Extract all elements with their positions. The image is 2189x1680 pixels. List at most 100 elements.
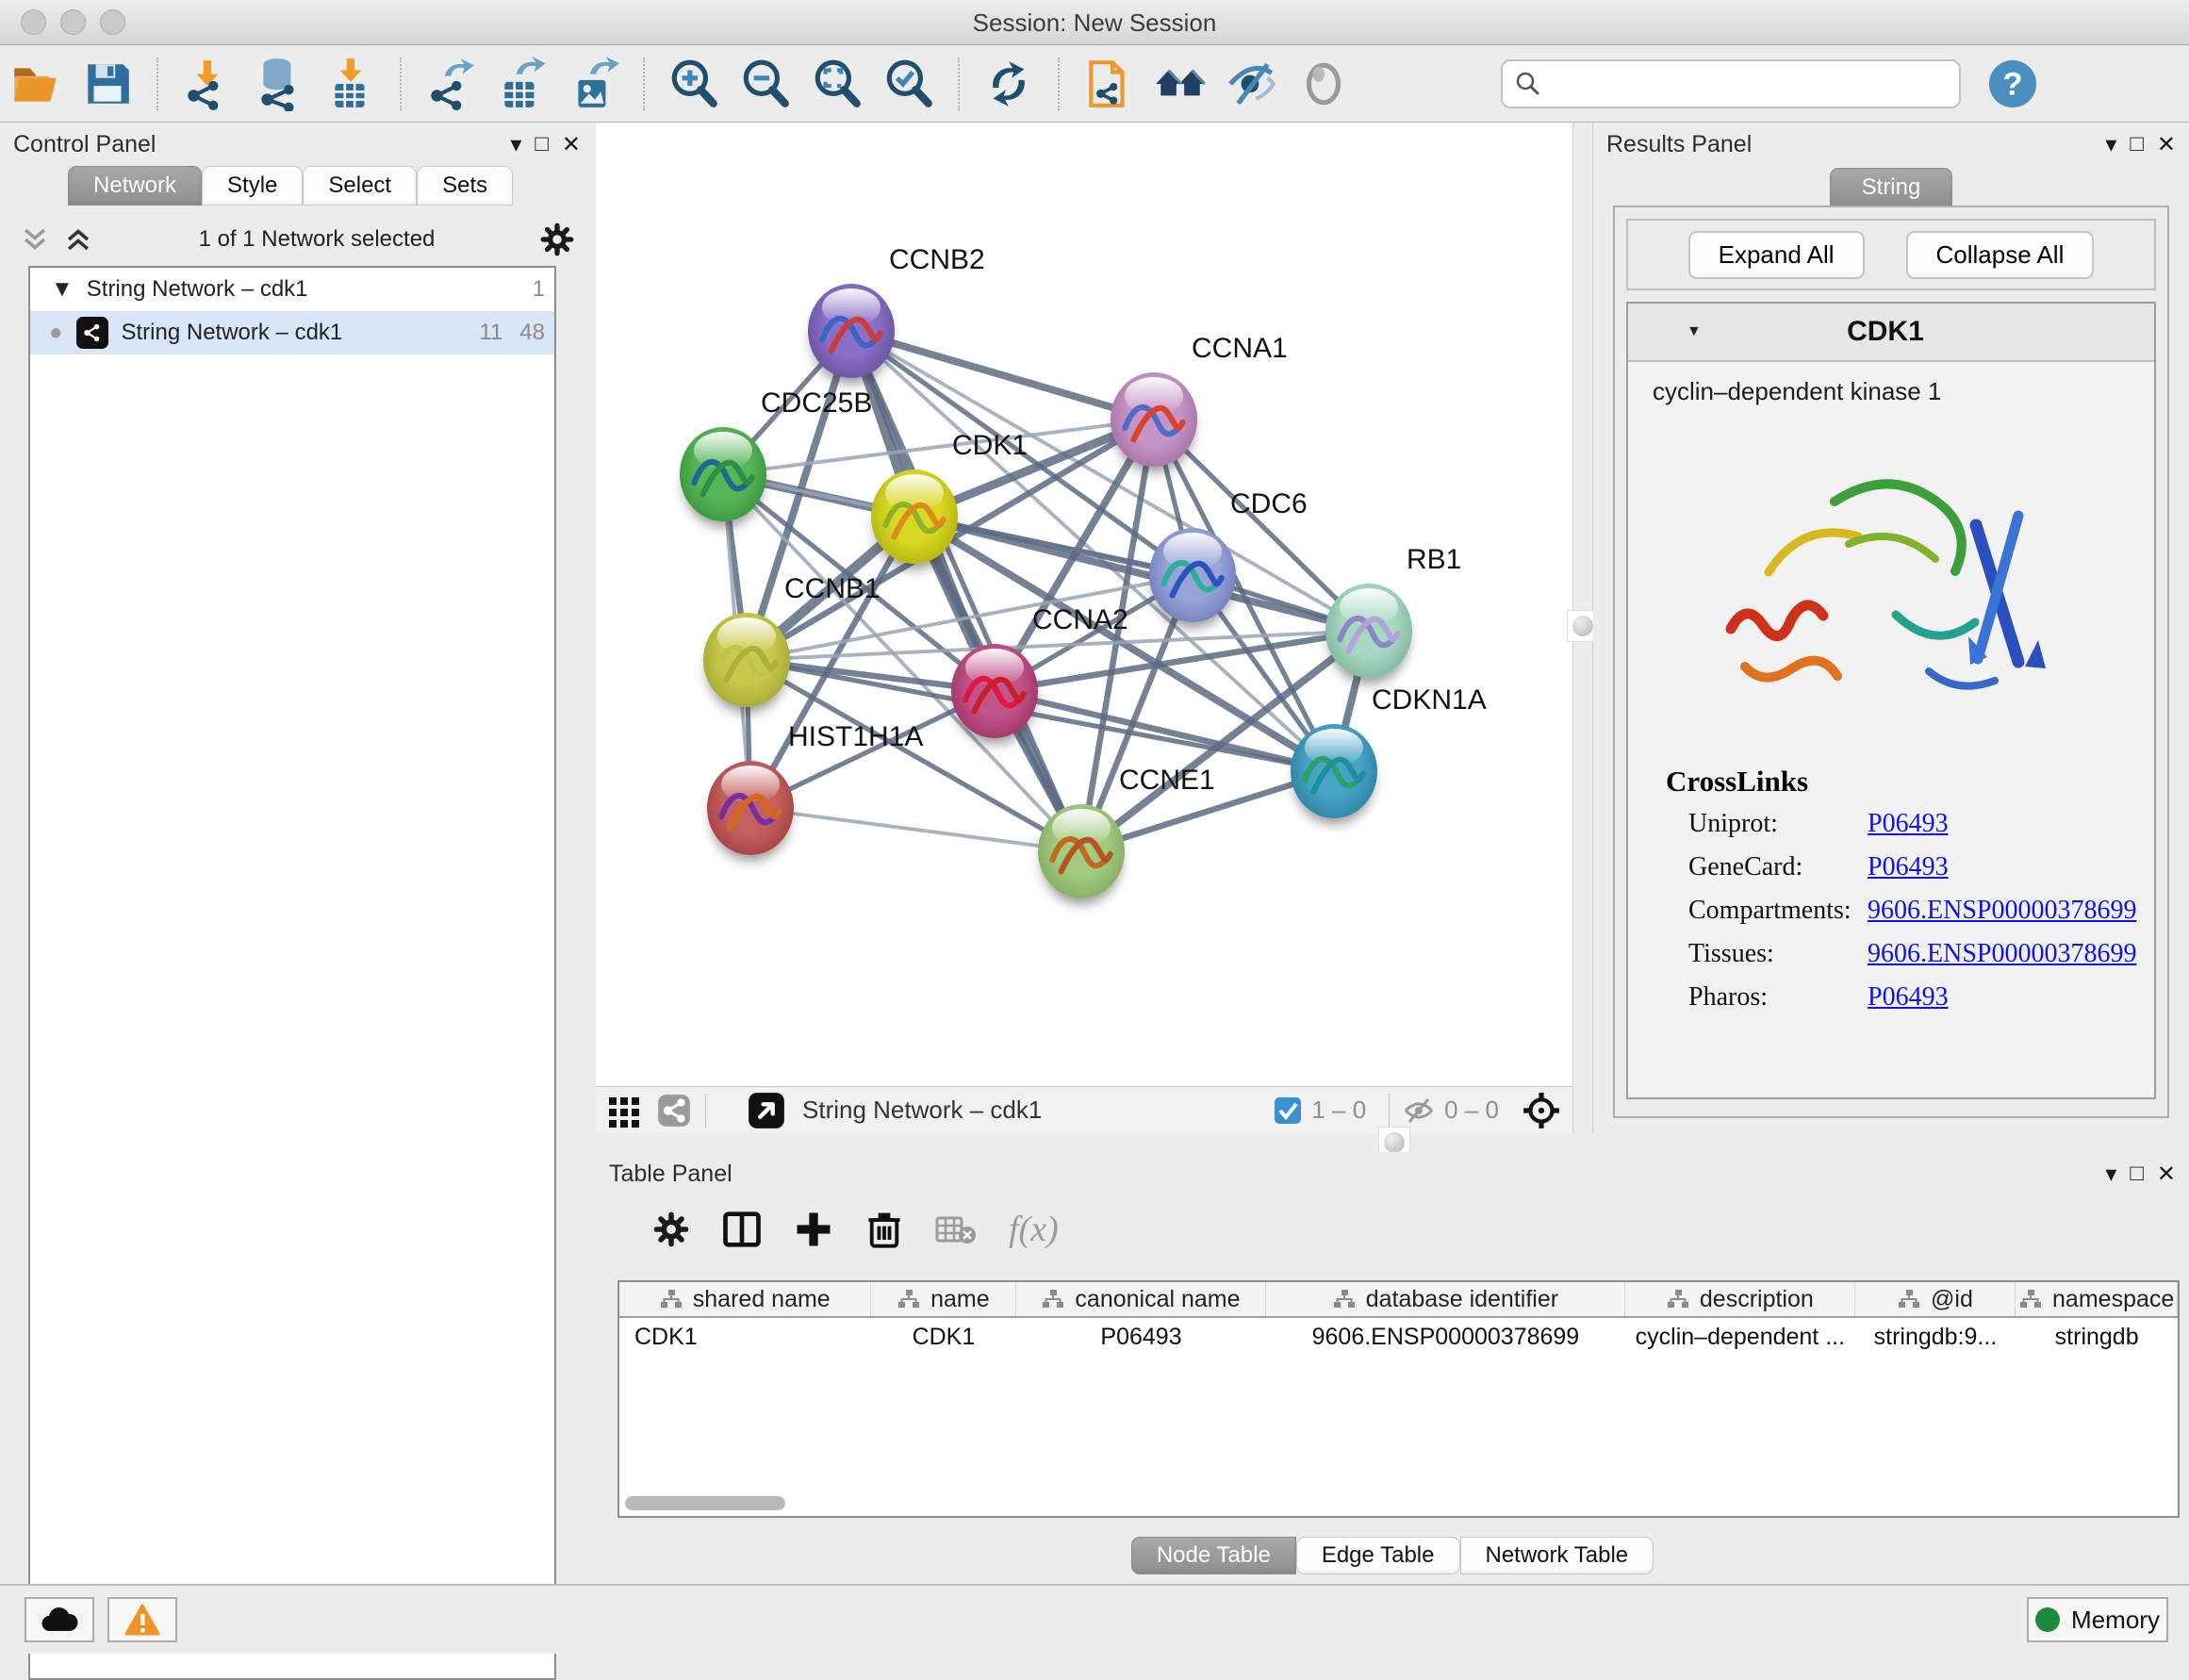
export-network-icon[interactable] (421, 55, 480, 113)
toggle-detail-icon[interactable] (1294, 55, 1353, 113)
collapse-all-button[interactable]: Collapse All (1906, 231, 2095, 279)
network-row[interactable]: ● String Network – cdk1 11 48 (30, 311, 554, 354)
shared-column-icon (659, 1289, 683, 1309)
tab-string[interactable]: String (1830, 168, 1952, 207)
crosslink-label: Compartments: (1688, 896, 1868, 926)
crosslink-value-link[interactable]: P06493 (1868, 809, 1949, 839)
gear-icon[interactable] (539, 222, 575, 257)
vertical-splitter[interactable] (1572, 123, 1593, 1133)
crosslink-value-link[interactable]: 9606.ENSP00000378699 (1868, 896, 2136, 926)
network-thumbnail-icon[interactable] (656, 1093, 692, 1128)
column-header-shared-name[interactable]: shared name (619, 1282, 871, 1316)
birdseye-view-icon[interactable] (748, 1092, 785, 1129)
horizontal-splitter[interactable] (596, 1133, 2189, 1152)
table-horizontal-scrollbar[interactable] (625, 1496, 785, 1510)
column-header-name[interactable]: name (871, 1282, 1017, 1316)
column-header-description[interactable]: description (1625, 1282, 1855, 1316)
node-table[interactable]: shared namenamecanonical namedatabase id… (617, 1280, 2180, 1518)
export-image-icon[interactable] (565, 55, 623, 113)
home-view-icon[interactable] (1151, 55, 1210, 113)
tab-edge-table[interactable]: Edge Table (1296, 1537, 1460, 1574)
panel-close-icon[interactable]: ✕ (2157, 131, 2176, 158)
node-CCNA1[interactable] (1111, 372, 1197, 467)
column-header--id[interactable]: @id (1855, 1282, 2016, 1316)
panel-collapse-icon[interactable]: ▾ (2105, 1161, 2116, 1188)
tab-node-table[interactable]: Node Table (1131, 1537, 1296, 1574)
delete-column-icon[interactable] (865, 1210, 903, 1249)
crosshair-icon[interactable] (1522, 1091, 1561, 1130)
cell[interactable]: P06493 (1016, 1324, 1266, 1351)
table-row[interactable]: CDK1CDK1P064939606.ENSP00000378699cyclin… (619, 1318, 2178, 1356)
import-network-file-icon[interactable] (178, 55, 237, 113)
node-CCNB2[interactable] (808, 284, 895, 378)
column-header-namespace[interactable]: namespace (2016, 1282, 2178, 1316)
string-import-icon[interactable] (1079, 55, 1138, 113)
node-CCNA2[interactable] (951, 644, 1038, 738)
show-columns-icon[interactable] (722, 1210, 762, 1249)
tab-select[interactable]: Select (303, 166, 417, 206)
panel-float-icon[interactable]: □ (2130, 131, 2144, 157)
expand-all-button[interactable]: Expand All (1688, 231, 1865, 279)
grid-view-icon[interactable] (607, 1094, 641, 1128)
cell[interactable]: CDK1 (871, 1324, 1017, 1351)
tree-expander-icon[interactable]: ▼ (51, 276, 74, 303)
edge-HIST1H1A-CCNE1[interactable] (750, 808, 1081, 851)
crosslink-value-link[interactable]: P06493 (1868, 852, 1949, 882)
hide-selected-icon[interactable] (1223, 55, 1281, 113)
apply-layout-icon[interactable] (979, 55, 1038, 113)
cell[interactable]: CDK1 (619, 1324, 871, 1351)
column-header-database-identifier[interactable]: database identifier (1266, 1282, 1625, 1316)
node-CCNE1[interactable] (1038, 804, 1125, 898)
search-box[interactable] (1501, 59, 1961, 108)
panel-close-icon[interactable]: ✕ (2157, 1161, 2176, 1188)
protein-card-header[interactable]: ▼ CDK1 (1628, 304, 2154, 362)
crosslink-value-link[interactable]: P06493 (1868, 982, 1949, 1013)
node-RB1[interactable] (1325, 584, 1412, 678)
node-CDK1[interactable] (871, 469, 958, 564)
export-table-icon[interactable] (493, 55, 551, 113)
cell[interactable]: 9606.ENSP00000378699 (1266, 1324, 1625, 1351)
zoom-fit-icon[interactable] (808, 55, 866, 113)
import-table-icon[interactable] (321, 55, 380, 113)
node-CDC6[interactable] (1149, 528, 1236, 622)
table-settings-gear-icon[interactable] (652, 1211, 690, 1248)
tab-network-table[interactable]: Network Table (1460, 1537, 1654, 1574)
panel-close-icon[interactable]: ✕ (562, 131, 581, 158)
tab-style[interactable]: Style (202, 166, 303, 206)
panel-float-icon[interactable]: □ (535, 131, 549, 157)
add-column-icon[interactable] (794, 1210, 833, 1249)
collapse-all-icon[interactable] (19, 223, 51, 255)
column-header-canonical-name[interactable]: canonical name (1016, 1282, 1266, 1316)
selected-checkbox-icon[interactable] (1274, 1096, 1302, 1125)
zoom-in-icon[interactable] (665, 55, 723, 113)
crosslink-value-link[interactable]: 9606.ENSP00000378699 (1868, 939, 2136, 969)
node-CDKN1A[interactable] (1291, 724, 1377, 818)
zoom-selected-icon[interactable] (880, 55, 938, 113)
node-HIST1H1A[interactable] (707, 761, 794, 855)
cell[interactable]: cyclin–dependent ... (1625, 1324, 1855, 1351)
cloud-button[interactable] (25, 1597, 94, 1642)
card-expander-icon[interactable]: ▼ (1687, 323, 1702, 340)
expand-all-icon[interactable] (62, 223, 94, 255)
warnings-button[interactable] (107, 1597, 177, 1642)
panel-collapse-icon[interactable]: ▾ (510, 131, 521, 158)
zoom-out-icon[interactable] (736, 55, 795, 113)
import-network-database-icon[interactable] (250, 55, 308, 113)
search-input[interactable] (1542, 71, 1938, 97)
node-CDC25B[interactable] (680, 427, 766, 521)
network-canvas[interactable]: CCNB2CCNA1CDC25BCDK1CDC6RB1CCNB1CCNA2CDK… (596, 123, 1572, 1086)
tab-network[interactable]: Network (68, 166, 202, 206)
panel-collapse-icon[interactable]: ▾ (2105, 131, 2116, 158)
help-icon[interactable]: ? (1983, 55, 2042, 113)
open-session-icon[interactable] (7, 55, 65, 113)
tab-sets[interactable]: Sets (417, 166, 513, 206)
edge-CCNB2-CCNA1[interactable] (851, 331, 1154, 420)
cell[interactable]: stringdb (2016, 1324, 2178, 1351)
save-session-icon[interactable] (78, 55, 137, 113)
network-collection-row[interactable]: ▼ String Network – cdk1 1 (30, 268, 554, 311)
node-CCNB1[interactable] (703, 613, 790, 707)
memory-button[interactable]: Memory (2027, 1597, 2168, 1642)
crosslink-row: Tissues:9606.ENSP00000378699 (1628, 932, 2154, 976)
panel-float-icon[interactable]: □ (2130, 1161, 2144, 1187)
cell[interactable]: stringdb:9... (1855, 1324, 2016, 1351)
